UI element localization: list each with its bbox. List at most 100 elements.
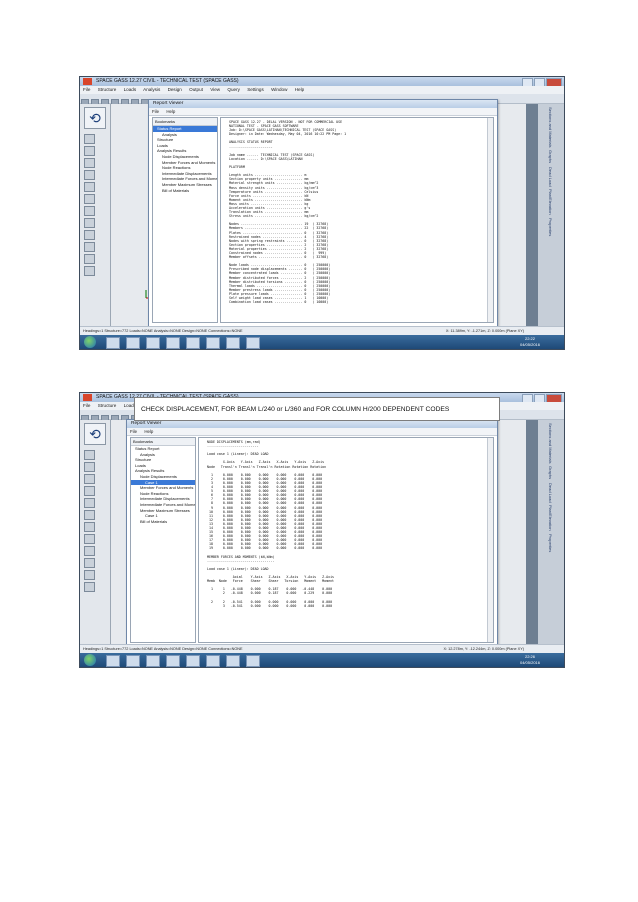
taskbar-apps: [106, 337, 260, 349]
app-logo-icon: [83, 78, 92, 85]
report-scrollbar[interactable]: [487, 438, 493, 642]
tool-section-icon[interactable]: [84, 206, 95, 216]
tool-view-xz-icon[interactable]: [84, 242, 95, 252]
folder-icon[interactable]: [166, 337, 180, 349]
media-player-icon[interactable]: [126, 655, 140, 667]
tree-item-member-forces[interactable]: Member Forces and Moments: [131, 485, 195, 491]
tab-plan-elevation[interactable]: Plan/Elevation: [548, 189, 553, 215]
bookmarks-tree: Bookmarks Status Report Analysis Structu…: [152, 117, 218, 323]
tab-properties[interactable]: Properties: [548, 218, 553, 236]
report-menu-file[interactable]: File: [130, 429, 137, 434]
screenshot-status-report: SPACE GASS 12.27 CIVIL - TECHNICAL TEST …: [79, 76, 565, 350]
start-button-icon[interactable]: [84, 336, 96, 348]
cursor-coordinates: X: 12.278m, Y: -12.244m, Z: 0.000m (Plan…: [443, 647, 524, 651]
report-scrollbar[interactable]: [487, 118, 493, 322]
tool-node-icon[interactable]: [84, 134, 95, 144]
tool-pan-icon[interactable]: [84, 582, 95, 592]
report-viewer-title: Report Viewer: [149, 100, 497, 108]
left-tool-palette: ⟲: [80, 104, 111, 327]
menu-help[interactable]: Help: [295, 87, 304, 92]
menu-analysis[interactable]: Analysis: [143, 87, 160, 92]
tool-plate-icon[interactable]: [84, 474, 95, 484]
tool-load-icon[interactable]: [84, 510, 95, 520]
tool-load-icon[interactable]: [84, 194, 95, 204]
tool-plate-icon[interactable]: [84, 158, 95, 168]
screenshot-node-displacements: SPACE GASS 12.27 CIVIL - TECHNICAL TEST …: [79, 392, 565, 668]
tab-sections-materials[interactable]: Sections and Materials: [548, 107, 553, 147]
tool-zoom-icon[interactable]: [84, 570, 95, 580]
tree-item-bill-of-materials[interactable]: Bill of Materials: [131, 519, 195, 525]
tree-item-member-max-stresses[interactable]: Member Maximum Stresses: [131, 508, 195, 514]
report-viewer-menu: File Help: [149, 108, 497, 116]
app-logo-icon: [83, 394, 92, 401]
report-pane[interactable]: NODE DISPLACEMENTS (mm,rad) ------------…: [198, 437, 494, 643]
report-text: SPACE GASS 12.27 - DELAL VERSION - NOT F…: [229, 120, 347, 305]
tool-member-icon[interactable]: [84, 146, 95, 156]
status-bar: Headings=1 Structure=772 Loads=NONE Anal…: [80, 644, 564, 653]
menu-window[interactable]: Window: [271, 87, 287, 92]
menu-output[interactable]: Output: [189, 87, 203, 92]
tab-properties[interactable]: Properties: [548, 534, 553, 552]
tab-dead-load[interactable]: Dead Load: [548, 483, 553, 503]
report-pane[interactable]: SPACE GASS 12.27 - DELAL VERSION - NOT F…: [220, 117, 494, 323]
app-icon[interactable]: [186, 337, 200, 349]
report-menu-help[interactable]: Help: [166, 109, 175, 114]
explorer-icon[interactable]: [106, 337, 120, 349]
browser-icon[interactable]: [146, 655, 160, 667]
office-icon[interactable]: [206, 337, 220, 349]
tool-view-xy-icon[interactable]: [84, 546, 95, 556]
tool-restraint-icon[interactable]: [84, 182, 95, 192]
view-rotate-icon[interactable]: ⟲: [84, 423, 106, 445]
folder-icon[interactable]: [166, 655, 180, 667]
menu-loads[interactable]: Loads: [124, 87, 137, 92]
tree-item-bill-of-materials[interactable]: Bill of Materials: [153, 188, 217, 194]
menu-design[interactable]: Design: [168, 87, 182, 92]
tool-pan-icon[interactable]: [84, 266, 95, 276]
word-icon[interactable]: [246, 337, 260, 349]
window-title: SPACE GASS 12.27 CIVIL - TECHNICAL TEST …: [96, 78, 239, 84]
tool-zoom-icon[interactable]: [84, 254, 95, 264]
tool-section-icon[interactable]: [84, 522, 95, 532]
menu-structure[interactable]: Structure: [98, 87, 117, 92]
report-text: NODE DISPLACEMENTS (mm,rad) ------------…: [207, 440, 335, 608]
tab-graphs[interactable]: Graphs: [548, 466, 553, 479]
menu-settings[interactable]: Settings: [247, 87, 264, 92]
tree-item-member-max-stresses[interactable]: Member Maximum Stresses: [153, 182, 217, 188]
report-menu-help[interactable]: Help: [144, 429, 153, 434]
report-menu-file[interactable]: File: [152, 109, 159, 114]
tool-restraint-icon[interactable]: [84, 498, 95, 508]
tab-plan-elevation[interactable]: Plan/Elevation: [548, 505, 553, 531]
media-player-icon[interactable]: [126, 337, 140, 349]
tab-sections-materials[interactable]: Sections and Materials: [548, 423, 553, 463]
tool-view-xz-icon[interactable]: [84, 558, 95, 568]
start-button-icon[interactable]: [84, 654, 96, 666]
status-text: Headings=1 Structure=772 Loads=NONE Anal…: [83, 329, 243, 333]
tool-select-icon[interactable]: [84, 170, 95, 180]
menu-file[interactable]: File: [83, 403, 90, 408]
status-bar: Headings=1 Structure=772 Loads=NONE Anal…: [80, 326, 564, 335]
spacegass-icon[interactable]: [226, 337, 240, 349]
bookmarks-header: Bookmarks: [131, 438, 195, 446]
tool-member-icon[interactable]: [84, 462, 95, 472]
tool-view-xy-icon[interactable]: [84, 230, 95, 240]
explorer-icon[interactable]: [106, 655, 120, 667]
word-icon[interactable]: [246, 655, 260, 667]
menu-query[interactable]: Query: [227, 87, 240, 92]
tool-material-icon[interactable]: [84, 218, 95, 228]
tree-item-intermediate-forces[interactable]: Intermediate Forces and Moments: [131, 502, 195, 508]
tab-graphs[interactable]: Graphs: [548, 150, 553, 163]
browser-icon[interactable]: [146, 337, 160, 349]
tool-material-icon[interactable]: [84, 534, 95, 544]
report-viewer-menu: File Help: [127, 428, 497, 436]
spacegass-icon[interactable]: [226, 655, 240, 667]
view-rotate-icon[interactable]: ⟲: [84, 107, 106, 129]
tool-node-icon[interactable]: [84, 450, 95, 460]
menu-file[interactable]: File: [83, 87, 90, 92]
menu-structure[interactable]: Structure: [98, 403, 117, 408]
app-icon[interactable]: [186, 655, 200, 667]
tab-dead-load[interactable]: Dead Load: [548, 167, 553, 187]
menu-view[interactable]: View: [210, 87, 220, 92]
clock-date: 04/05/2016: [519, 660, 540, 665]
tool-select-icon[interactable]: [84, 486, 95, 496]
office-icon[interactable]: [206, 655, 220, 667]
